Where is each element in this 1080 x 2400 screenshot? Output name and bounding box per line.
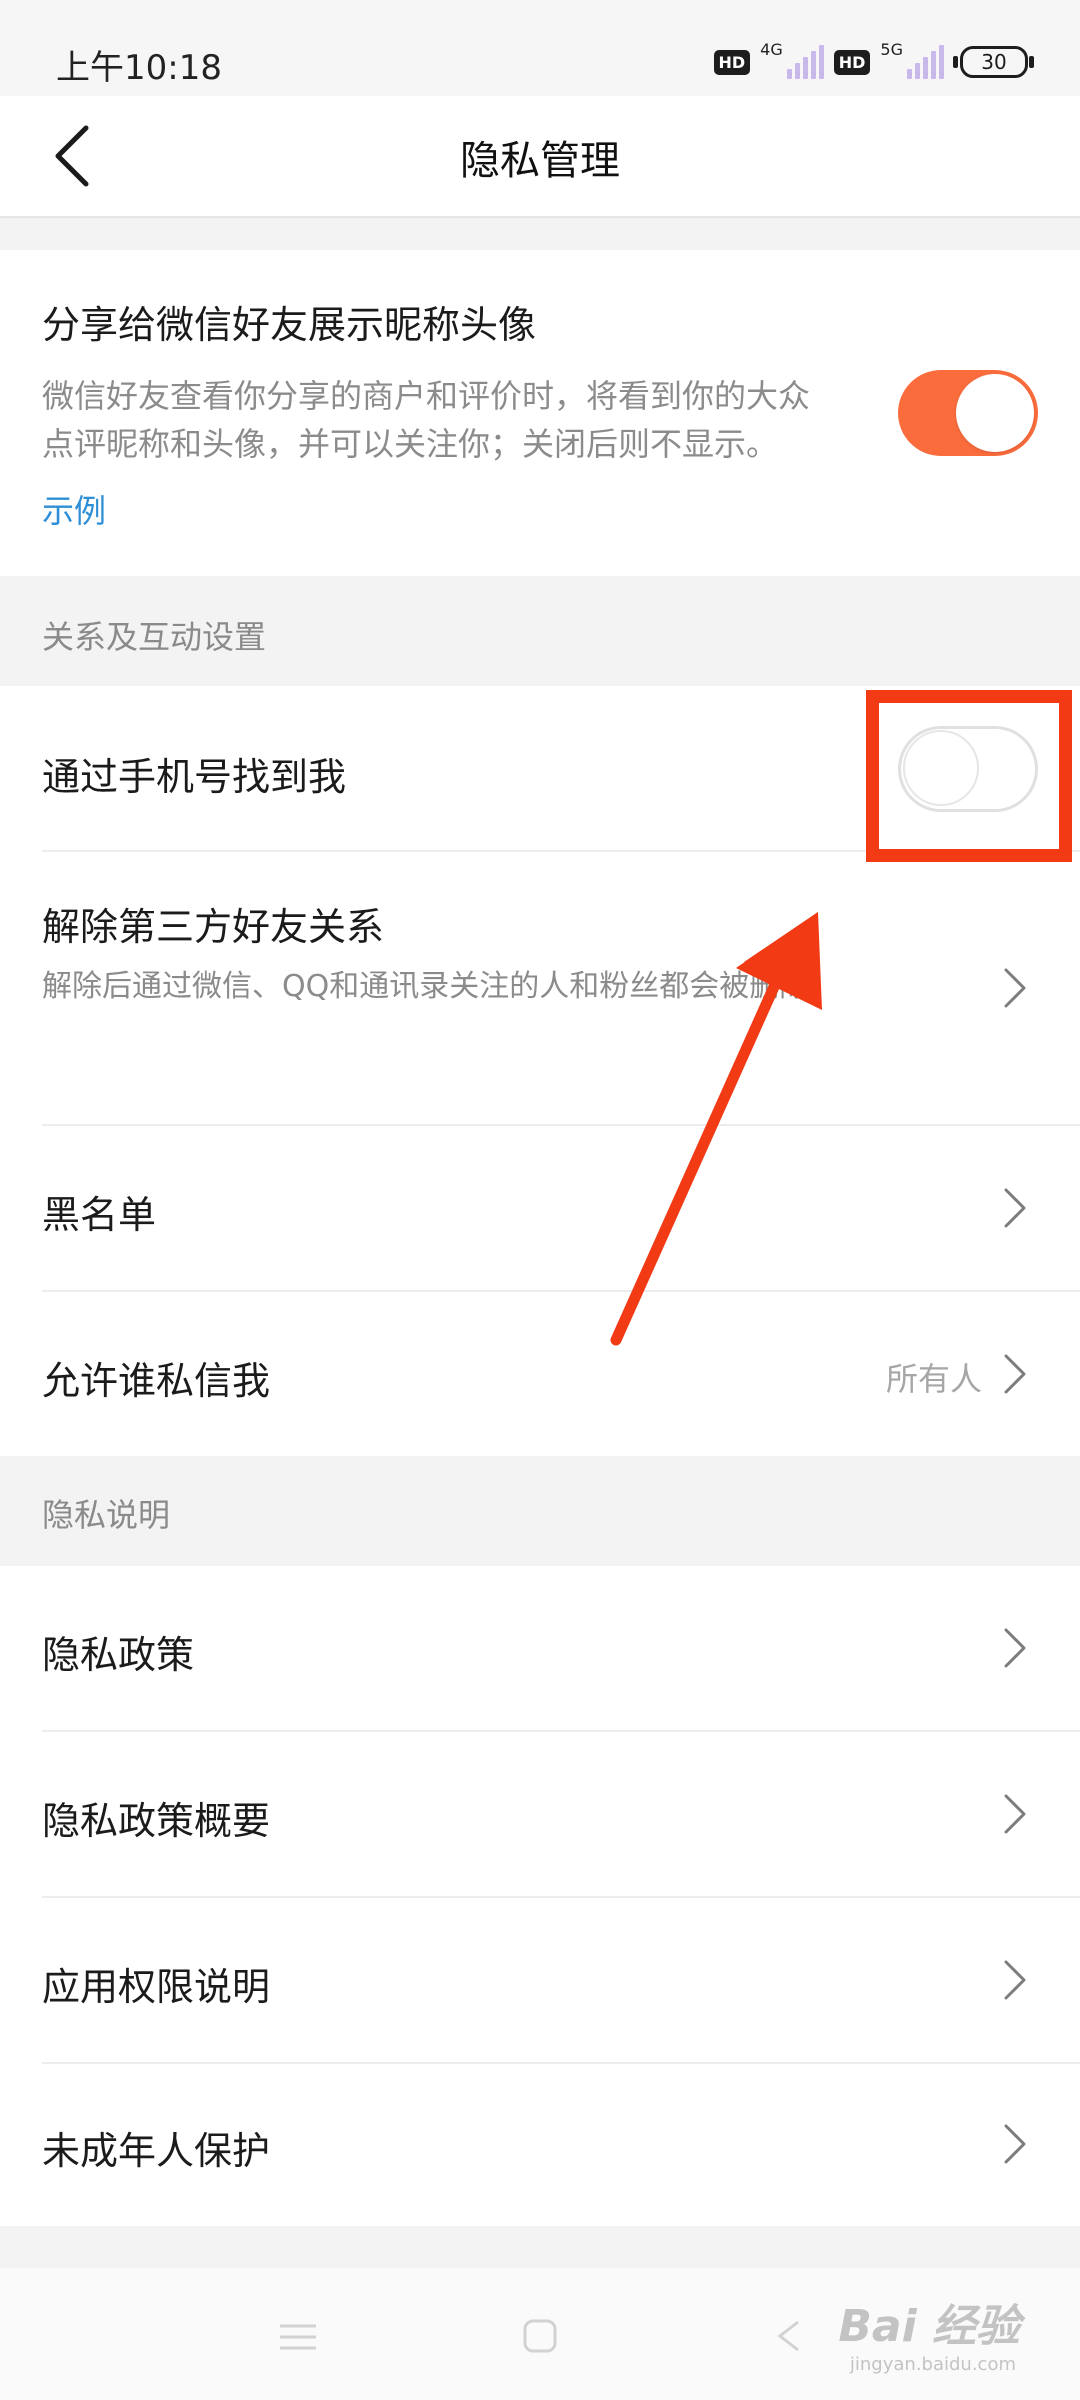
watermark-url: jingyan.baidu.com [849,2354,1016,2375]
annotation-arrow-icon [610,912,822,1346]
watermark-logo: Bai 经验 [838,2301,1020,2352]
screen: 上午10:18 HD 4G HD 5G 30 隐私管理 分享给微信好友展示昵称头… [0,0,1080,2400]
